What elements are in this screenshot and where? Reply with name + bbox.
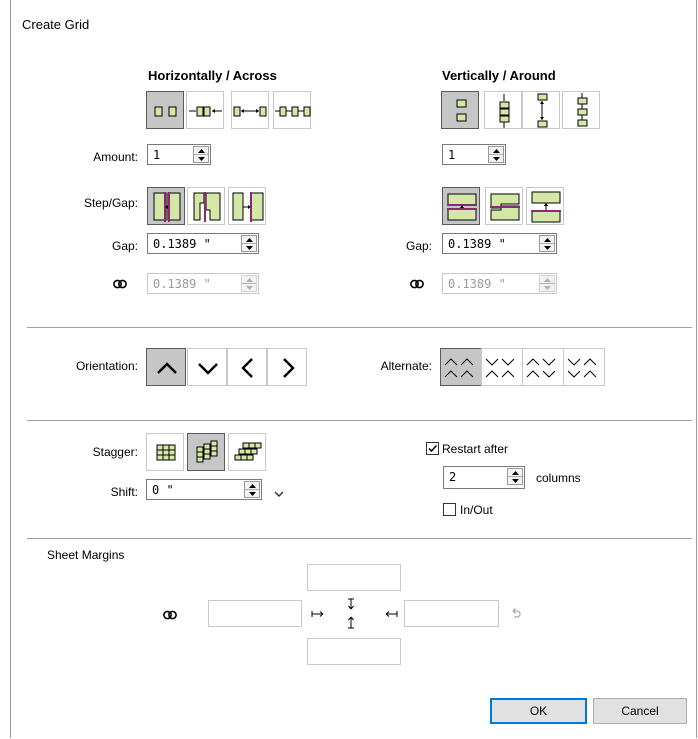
v-step-gap-button[interactable] bbox=[442, 187, 480, 225]
step-gap-label: Step/Gap: bbox=[83, 196, 138, 210]
orientation-down-button[interactable] bbox=[187, 348, 227, 386]
separator bbox=[27, 327, 692, 328]
h-layout-flow-button[interactable] bbox=[273, 91, 311, 129]
orientation-left-button[interactable] bbox=[227, 348, 267, 386]
shift-stepper[interactable]: 0 " bbox=[146, 479, 262, 500]
h-amount-value: 1 bbox=[153, 148, 161, 162]
v-link-icon[interactable] bbox=[410, 278, 424, 292]
v-layout-flow-button[interactable] bbox=[562, 91, 600, 129]
orientation-label: Orientation: bbox=[75, 359, 138, 373]
v-layout-justified-button[interactable] bbox=[522, 91, 560, 129]
margin-left-field[interactable] bbox=[208, 600, 302, 627]
separator bbox=[27, 420, 692, 421]
h-layout-centered-button[interactable] bbox=[186, 91, 224, 129]
columns-label: columns bbox=[536, 471, 581, 485]
alternate-columns-button[interactable] bbox=[522, 348, 564, 386]
h-amount-arrows[interactable] bbox=[193, 146, 209, 163]
v-gap-stepper[interactable]: 0.1389 " bbox=[442, 233, 557, 254]
arrow-vertical-inward-icon bbox=[346, 598, 356, 633]
v-amount-value: 1 bbox=[448, 148, 456, 162]
shift-dropdown-chevron-icon[interactable] bbox=[274, 487, 284, 501]
alternate-both-button[interactable] bbox=[563, 348, 605, 386]
stagger-label: Stagger: bbox=[92, 445, 138, 459]
stagger-vertical-button[interactable] bbox=[187, 433, 225, 471]
orientation-right-button[interactable] bbox=[267, 348, 307, 386]
undo-icon[interactable] bbox=[510, 607, 522, 622]
margins-link-icon[interactable] bbox=[163, 609, 177, 623]
columns-value: 2 bbox=[449, 470, 457, 484]
amount-label: Amount: bbox=[93, 150, 138, 164]
v-gap-label: Gap: bbox=[405, 239, 432, 253]
columns-stepper[interactable]: 2 bbox=[443, 466, 525, 489]
h-step-offset-button[interactable] bbox=[228, 187, 266, 225]
in-out-checkbox[interactable] bbox=[443, 503, 456, 516]
v-linked-arrows bbox=[539, 275, 555, 292]
h-layout-justified-button[interactable] bbox=[231, 91, 269, 129]
sheet-margins-label: Sheet Margins bbox=[47, 548, 125, 562]
margin-right-field[interactable] bbox=[404, 600, 499, 627]
horizontal-header: Horizontally / Across bbox=[148, 68, 277, 83]
vertical-header: Vertically / Around bbox=[442, 68, 556, 83]
margin-top-field[interactable] bbox=[307, 564, 401, 591]
in-out-label: In/Out bbox=[460, 503, 493, 517]
h-gap-value: 0.1389 " bbox=[153, 237, 211, 251]
stagger-horizontal-button[interactable] bbox=[228, 433, 266, 471]
arrow-right-to-bar-icon bbox=[311, 608, 325, 622]
dialog-title: Create Grid bbox=[22, 17, 90, 32]
h-gap-label: Gap: bbox=[111, 239, 138, 253]
alternate-rows-button[interactable] bbox=[481, 348, 523, 386]
h-step-gap-button[interactable] bbox=[147, 187, 185, 225]
v-linked-value: 0.1389 " bbox=[448, 277, 506, 291]
cancel-button[interactable]: Cancel bbox=[593, 698, 687, 724]
h-step-overlap-button[interactable] bbox=[187, 187, 225, 225]
columns-arrows[interactable] bbox=[507, 468, 523, 485]
h-layout-spaced-button[interactable] bbox=[146, 91, 184, 129]
v-gap-arrows[interactable] bbox=[539, 235, 555, 252]
h-linked-arrows bbox=[241, 275, 257, 292]
v-linked-stepper: 0.1389 " bbox=[442, 273, 557, 294]
ok-button[interactable]: OK bbox=[490, 698, 587, 724]
v-amount-stepper[interactable]: 1 bbox=[442, 144, 506, 165]
v-step-overlap-button[interactable] bbox=[485, 187, 523, 225]
v-layout-centered-button[interactable] bbox=[484, 91, 522, 129]
orientation-up-button[interactable] bbox=[146, 348, 186, 386]
shift-label: Shift: bbox=[110, 485, 138, 499]
v-step-offset-button[interactable] bbox=[526, 187, 564, 225]
separator bbox=[27, 538, 692, 539]
margin-bottom-field[interactable] bbox=[307, 638, 401, 665]
shift-value: 0 " bbox=[152, 483, 174, 497]
h-linked-stepper: 0.1389 " bbox=[147, 273, 259, 294]
h-linked-value: 0.1389 " bbox=[153, 277, 211, 291]
v-amount-arrows[interactable] bbox=[488, 146, 504, 163]
arrow-left-to-bar-icon bbox=[384, 608, 398, 622]
h-gap-stepper[interactable]: 0.1389 " bbox=[147, 233, 259, 254]
h-link-icon[interactable] bbox=[113, 278, 127, 292]
v-gap-value: 0.1389 " bbox=[448, 237, 506, 251]
alternate-label: Alternate: bbox=[380, 359, 432, 373]
v-layout-spaced-button[interactable] bbox=[441, 91, 479, 129]
h-gap-arrows[interactable] bbox=[241, 235, 257, 252]
stagger-none-button[interactable] bbox=[146, 433, 184, 471]
alternate-none-button[interactable] bbox=[440, 348, 482, 386]
restart-after-checkbox[interactable] bbox=[426, 442, 439, 455]
shift-arrows[interactable] bbox=[244, 481, 260, 498]
restart-after-label: Restart after bbox=[442, 442, 509, 456]
h-amount-stepper[interactable]: 1 bbox=[147, 144, 211, 165]
